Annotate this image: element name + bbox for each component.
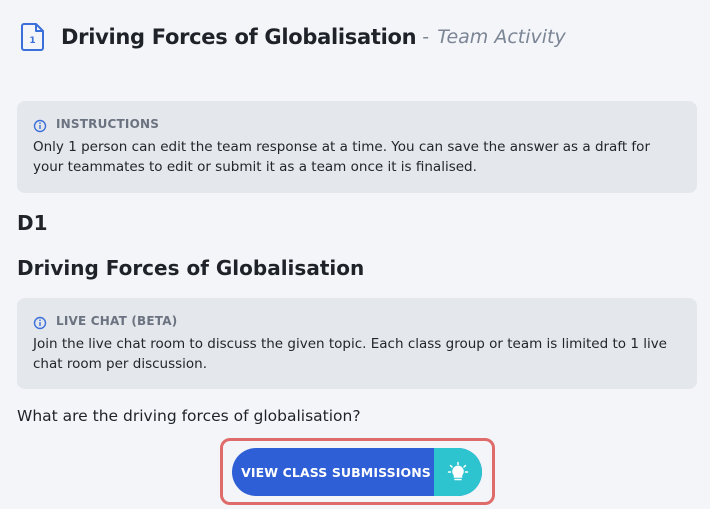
page-subtitle: - Team Activity xyxy=(422,26,565,48)
info-icon xyxy=(33,315,47,329)
info-icon xyxy=(33,118,47,132)
lightbulb-icon xyxy=(434,448,482,496)
live-chat-text: Join the live chat room to discuss the g… xyxy=(33,336,667,372)
question-text: What are the driving forces of globalisa… xyxy=(17,407,361,425)
live-chat-header: LIVE CHAT (BETA) xyxy=(33,313,681,329)
live-chat-label: LIVE CHAT (BETA) xyxy=(56,314,178,328)
instructions-box: INSTRUCTIONS Only 1 person can edit the … xyxy=(17,101,697,193)
page-header: 1 Driving Forces of Globalisation - Team… xyxy=(20,22,566,52)
view-class-submissions-label: VIEW CLASS SUBMISSIONS xyxy=(241,464,431,480)
instructions-label: INSTRUCTIONS xyxy=(56,117,160,131)
page-title: Driving Forces of Globalisation xyxy=(61,25,417,49)
team-activity-page: 1 Driving Forces of Globalisation - Team… xyxy=(0,0,710,509)
instructions-header: INSTRUCTIONS xyxy=(33,116,681,132)
document-icon-number: 1 xyxy=(29,36,35,46)
document-icon: 1 xyxy=(20,22,46,52)
live-chat-box: LIVE CHAT (BETA) Join the live chat room… xyxy=(17,298,697,389)
section-code: D1 xyxy=(17,211,48,235)
instructions-text: Only 1 person can edit the team response… xyxy=(33,139,650,175)
subtitle-dash: - xyxy=(422,26,430,48)
section-title: Driving Forces of Globalisation xyxy=(17,256,365,280)
subtitle-text: Team Activity xyxy=(437,26,566,48)
view-class-submissions-button[interactable]: VIEW CLASS SUBMISSIONS xyxy=(232,448,482,496)
